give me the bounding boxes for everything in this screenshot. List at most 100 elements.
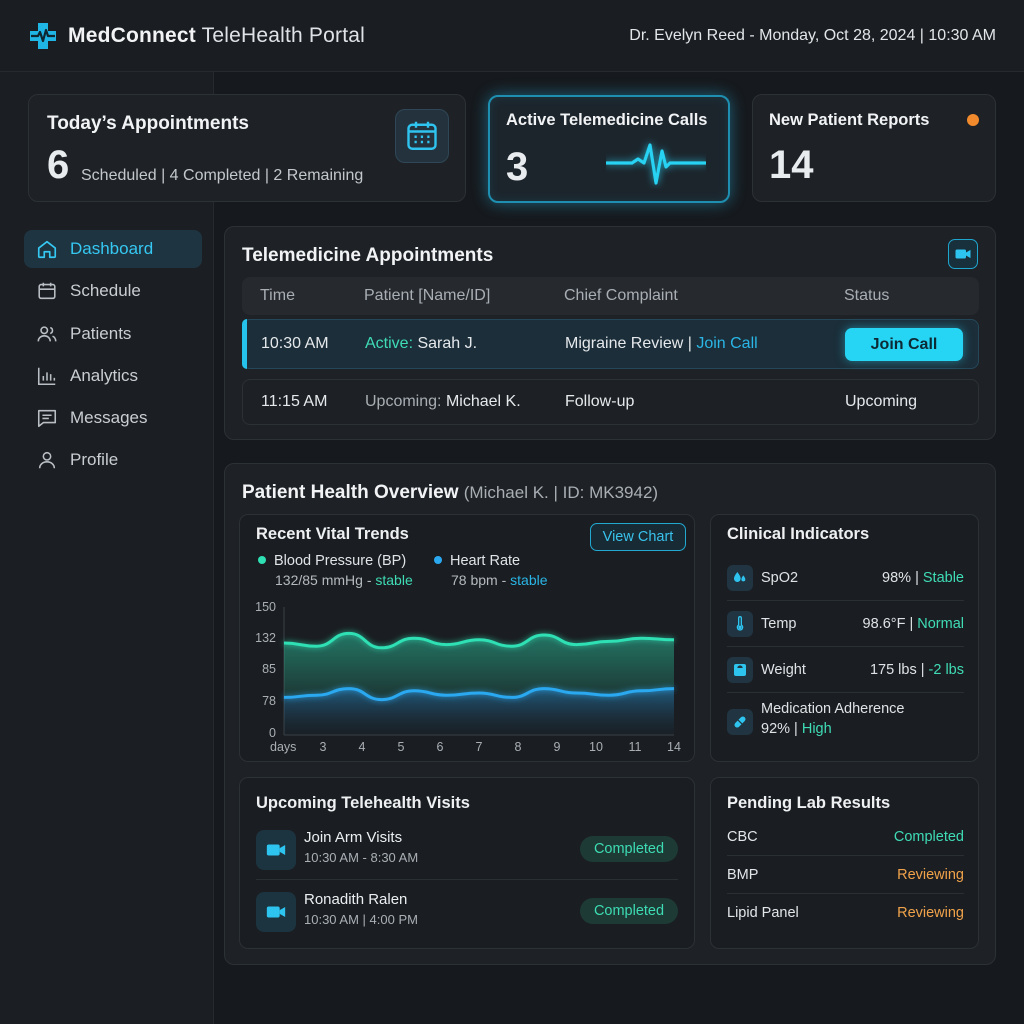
video-call-button[interactable] [948,239,978,269]
user-icon [38,452,56,469]
active-calls-card[interactable]: Active Telemedicine Calls 3 [488,95,730,203]
x-tick-label: 4 [359,740,366,754]
todays-appointments-card: Today’s Appointments 6 Scheduled | 4 Com… [28,94,466,202]
lab-row-cbc[interactable]: CBC Completed [727,818,964,856]
home-icon [37,240,57,259]
join-call-button[interactable]: Join Call [845,328,963,361]
sidebar-item-messages[interactable]: Messages [24,399,202,437]
x-tick-label: 7 [476,740,483,754]
join-call-link[interactable]: Join Call [696,335,757,352]
calendar-button[interactable] [395,109,449,163]
app-title: MedConnect TeleHealth Portal [68,23,365,47]
sidebar [0,72,214,1024]
message-icon [37,410,57,428]
x-tick-label: 11 [629,740,642,754]
notification-dot [967,114,979,126]
medical-cross-logo-icon [30,22,56,49]
section-title: Patient Health Overview (Michael K. | ID… [242,482,659,503]
top-bar: MedConnect TeleHealth Portal Dr. Evelyn … [0,0,1024,72]
brand[interactable]: MedConnect TeleHealth Portal [28,21,365,51]
lab-status: Completed [893,829,964,845]
x-axis-label: days [270,740,296,754]
legend-heart-rate: Heart Rate 78 bpm - stable [434,553,548,588]
sidebar-item-patients[interactable]: Patients [24,315,202,353]
video-camera-icon [256,830,296,870]
sidebar-item-label: Profile [70,450,119,470]
bar-chart-icon [37,367,56,385]
legend-dot [434,556,442,564]
column-header: Chief Complaint [564,287,678,304]
indicator-weight: Weight 175 lbs | -2 lbs [727,647,964,693]
status-badge: Completed [580,898,678,924]
panel-title: Upcoming Telehealth Visits [256,794,470,812]
lab-status: Reviewing [897,867,964,883]
patient-id: (Michael K. | ID: MK3942) [463,483,659,502]
card-title: New Patient Reports [769,111,930,129]
sidebar-item-analytics[interactable]: Analytics [24,357,202,395]
table-row[interactable]: 10:30 AM Active: Sarah J. Migraine Revie… [242,319,979,369]
column-header: Time [260,287,295,304]
x-tick-label: 6 [437,740,444,754]
sidebar-nav: Dashboard Schedule Patients Analytics Me… [24,230,202,484]
new-reports-card[interactable]: New Patient Reports 14 [752,94,996,202]
list-item[interactable]: Join Arm Visits 10:30 AM - 8:30 AM Compl… [256,824,678,880]
complaint-cell: Follow-up [565,393,635,410]
status-badge: Completed [580,836,678,862]
appointment-time: 10:30 AM [261,335,329,352]
indicator-medication: Medication Adherence 92% | High [727,697,964,753]
table-row[interactable]: 11:15 AM Upcoming: Michael K. Follow-up … [242,379,979,425]
table-header: Time Patient [Name/ID] Chief Complaint S… [242,277,979,315]
x-tick-label: 5 [398,740,405,754]
panel-title: Clinical Indicators [727,525,870,543]
y-tick-label: 0 [269,726,276,740]
pill-icon [727,709,753,735]
upcoming-visits-panel: Upcoming Telehealth Visits Join Arm Visi… [239,777,695,949]
appointment-time: 11:15 AM [261,393,328,410]
status-cell: Upcoming [845,393,918,410]
column-header: Status [844,287,890,304]
telemedicine-appointments-card: Telemedicine Appointments Time Patient [… [224,226,996,440]
patient-cell: Upcoming: Michael K. [365,393,521,410]
y-tick-label: 132 [255,631,276,645]
list-item[interactable]: Ronadith Ralen 10:30 AM | 4:00 PM Comple… [256,886,678,940]
view-chart-button[interactable]: View Chart [590,523,686,551]
legend-dot [258,556,266,564]
sidebar-item-schedule[interactable]: Schedule [24,272,202,310]
lab-row-bmp[interactable]: BMP Reviewing [727,856,964,894]
droplet-icon [727,565,753,591]
sidebar-item-label: Dashboard [70,239,154,258]
indicator-spo2: SpO2 98% | Stable [727,555,964,601]
user-datetime: Dr. Evelyn Reed - Monday, Oct 28, 2024 |… [629,26,996,44]
vital-trends-panel: 150 132 85 78 0 days 3 4 5 6 7 8 9 10 11 14 Recent Vita… [239,514,695,762]
active-calls-count: 3 [506,145,529,189]
lab-row-lipid-panel[interactable]: Lipid Panel Reviewing [727,894,964,932]
video-camera-icon [955,249,971,259]
sidebar-item-label: Analytics [70,365,139,385]
section-title: Telemedicine Appointments [242,245,494,266]
x-tick-label: 14 [667,740,681,754]
calendar-icon [38,283,56,300]
y-tick-label: 85 [262,662,276,676]
clinical-indicators-panel: Clinical Indicators SpO2 98% | Stable Te… [710,514,979,762]
visit-time: 10:30 AM - 8:30 AM [304,850,419,865]
visit-time: 10:30 AM | 4:00 PM [304,912,418,927]
patient-cell: Active: Sarah J. [365,335,478,352]
panel-title: Recent Vital Trends [256,525,409,543]
y-tick-label: 78 [262,694,276,708]
scale-icon [727,657,753,683]
indicator-temp: Temp 98.6°F | Normal [727,601,964,647]
pending-lab-results-panel: Pending Lab Results CBC Completed BMP Re… [710,777,979,949]
appointments-count: 6 [47,143,70,187]
sidebar-item-label: Messages [70,408,148,428]
lab-status: Reviewing [897,905,964,921]
appointments-detail: Scheduled | 4 Completed | 2 Remaining [81,167,364,184]
x-tick-label: 3 [320,740,327,754]
complaint-cell: Migraine Review | Join Call [565,335,758,352]
video-camera-icon [256,892,296,932]
sidebar-item-dashboard[interactable]: Dashboard [24,230,202,268]
sidebar-item-profile[interactable]: Profile [24,441,202,479]
users-icon [37,325,57,341]
x-tick-label: 10 [589,740,603,754]
new-reports-count: 14 [769,143,814,187]
calendar-icon [407,121,437,150]
